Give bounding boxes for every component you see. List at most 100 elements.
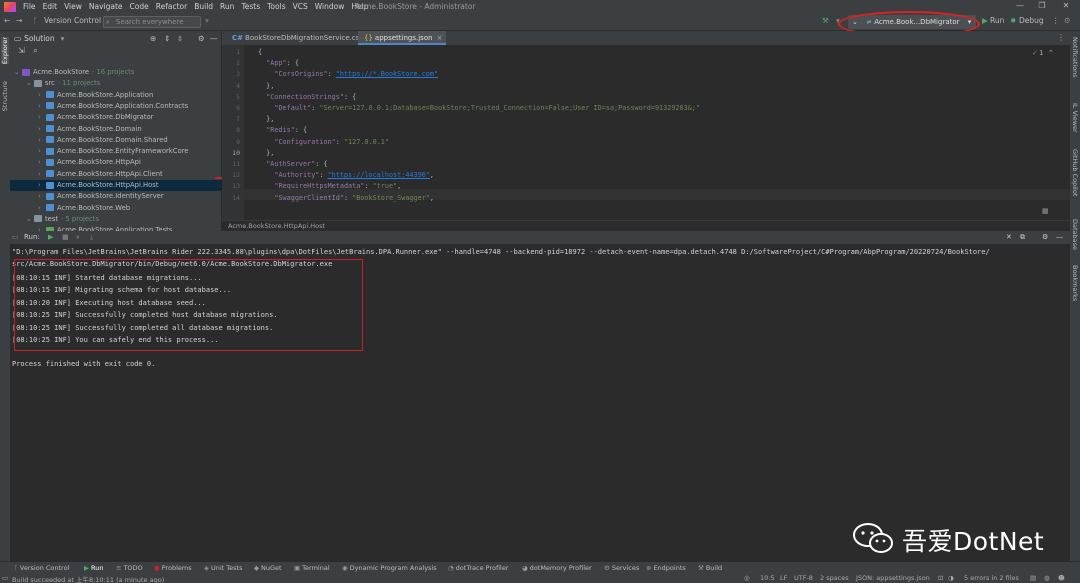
gear-icon[interactable]: ⚙ <box>1042 233 1048 241</box>
tree-item[interactable]: ⌄ Acme.BookStore · 16 projects <box>10 67 222 78</box>
inspection-icon[interactable]: ◍ <box>1044 574 1050 582</box>
expand-all-icon[interactable]: ⇕ <box>164 34 170 43</box>
menu-code[interactable]: Code <box>130 2 149 11</box>
tree-item[interactable]: › Acme.BookStore.DbMigrator <box>10 112 222 123</box>
code-line[interactable]: "App": { <box>258 59 299 67</box>
debug-button[interactable]: Debug <box>1019 16 1044 25</box>
chevron-right-icon[interactable]: › <box>38 146 46 157</box>
menu-vcs[interactable]: VCS <box>293 2 308 11</box>
chevron-right-icon[interactable]: › <box>38 90 46 101</box>
chevron-right-icon[interactable]: › <box>38 191 46 202</box>
chevron-down-icon[interactable]: ⌄ <box>26 214 34 225</box>
code-line[interactable]: "Default": "Server=127.0.0.1;Database=Bo… <box>258 104 700 112</box>
tree-item[interactable]: › Acme.BookStore.IdentityServer <box>10 191 222 202</box>
tool-tab-todo[interactable]: ≡ TODO <box>116 564 143 572</box>
caret-position[interactable]: 10:5 <box>760 574 775 582</box>
stop-icon[interactable]: ■ <box>62 233 69 241</box>
inspection-ok-icon[interactable]: ✓ <box>1032 49 1038 57</box>
chevron-right-icon[interactable]: › <box>38 101 46 112</box>
layout-icon[interactable]: ⧉ <box>1020 233 1025 242</box>
tool-tab-endpoints[interactable]: ⊛ Endpoints <box>646 564 686 572</box>
chevron-down-icon[interactable]: ⌄ <box>26 78 34 89</box>
more-actions-icon[interactable]: ⋮ <box>1052 16 1060 25</box>
search-icon[interactable]: ⌕ <box>33 46 37 55</box>
profiler-icon[interactable]: ◑ <box>948 574 954 582</box>
chevron-down-icon[interactable]: ⌄ <box>14 67 22 78</box>
tool-tab-terminal[interactable]: ▣ Terminal <box>294 564 330 572</box>
menu-run[interactable]: Run <box>220 2 234 11</box>
tree-item[interactable]: › Acme.BookStore.HttpApi.Host <box>10 180 222 192</box>
code-line[interactable]: "SwaggerClientId": "BookStore_Swagger", <box>258 194 434 202</box>
tool-tab-dynamic-program-analysis[interactable]: ◉ Dynamic Program Analysis <box>342 564 437 572</box>
solution-panel-title[interactable]: Solution <box>24 34 55 43</box>
chevron-right-icon[interactable]: › <box>38 203 46 214</box>
tab-bookstore-db-migration-service[interactable]: C#BookStoreDbMigrationService.cs× <box>226 31 369 45</box>
forward-arrow-icon[interactable]: → <box>16 16 22 25</box>
debug-icon[interactable]: ✹ <box>1010 16 1016 25</box>
menu-window[interactable]: Window <box>315 2 345 11</box>
step-icon[interactable]: ⤓ <box>90 233 93 242</box>
code-line[interactable]: "AuthServer": { <box>258 160 327 168</box>
code-line[interactable]: "Authority": "https://localhost:44396", <box>258 171 434 179</box>
gear-icon[interactable]: ⚙ <box>198 34 205 43</box>
tool-tab-run[interactable]: ▶ Run <box>84 564 103 572</box>
code-line[interactable]: { <box>258 48 262 56</box>
code-line[interactable]: "ConnectionStrings": { <box>258 93 356 101</box>
tree-item[interactable]: › Acme.BookStore.HttpApi.Client <box>10 169 222 180</box>
menu-edit[interactable]: Edit <box>43 2 58 11</box>
tree-item[interactable]: › Acme.BookStore.Domain <box>10 124 222 135</box>
tool-tab-nuget[interactable]: ◆ NuGet <box>254 564 282 572</box>
minimize-icon[interactable]: — <box>1008 1 1032 10</box>
run-icon[interactable]: ▶ <box>982 16 988 25</box>
chevron-up-icon[interactable]: ⌃ <box>1048 49 1054 57</box>
menu-tests[interactable]: Tests <box>241 2 260 11</box>
tool-tab-problems[interactable]: ● Problems <box>154 564 192 572</box>
menu-file[interactable]: File <box>23 2 36 11</box>
version-control-button[interactable]: Version Control <box>44 16 101 25</box>
restore-icon[interactable]: ❐ <box>1030 1 1054 10</box>
tab-appsettings-json[interactable]: {} appsettings.json × <box>358 31 446 45</box>
structure-tool-tab[interactable]: Structure <box>1 81 9 111</box>
status-message[interactable]: Build succeeded at 上午8:10:11 (a minute a… <box>12 574 164 583</box>
back-arrow-icon[interactable]: ← <box>4 16 10 25</box>
tree-item[interactable]: › Acme.BookStore.Web <box>10 203 222 214</box>
database-tool-tab[interactable]: Database <box>1071 219 1079 250</box>
collapse-all-icon[interactable]: ⇳ <box>177 34 183 43</box>
close-panel-icon[interactable]: ✕ <box>1006 233 1012 241</box>
tree-item[interactable]: › Acme.BookStore.Application.Contracts <box>10 101 222 112</box>
line-separator[interactable]: LF <box>780 574 787 582</box>
code-line[interactable]: }, <box>258 82 274 90</box>
breadcrumb[interactable]: Acme.BookStore.HttpApi.Host <box>222 220 1070 231</box>
notifications-tool-tab[interactable]: Notifications <box>1071 37 1079 78</box>
locate-file-icon[interactable]: ⊕ <box>150 34 156 43</box>
hide-panel-icon[interactable]: — <box>210 34 218 43</box>
close-tab-icon[interactable]: × <box>437 34 443 42</box>
chevron-right-icon[interactable]: › <box>38 180 46 191</box>
notification-icon[interactable]: ◎ <box>744 574 750 582</box>
tool-tab-version-control[interactable]: ᚴ Version Control <box>14 564 69 572</box>
chevron-right-icon[interactable]: › <box>38 157 46 168</box>
github-copilot-tool-tab[interactable]: GitHub Copilot <box>1071 149 1079 196</box>
memory-icon[interactable]: ▤ <box>1030 574 1036 582</box>
tool-tab-unit-tests[interactable]: ◈ Unit Tests <box>204 564 242 572</box>
close-icon[interactable]: ✕ <box>1054 1 1078 10</box>
tool-tab-build[interactable]: ⚒ Build <box>698 564 722 572</box>
menu-build[interactable]: Build <box>194 2 213 11</box>
explorer-tool-tab[interactable]: Explorer <box>1 37 9 65</box>
chevron-right-icon[interactable]: › <box>38 112 46 123</box>
code-line[interactable]: "RequireHttpsMetadata": "true", <box>258 182 401 190</box>
chevron-right-icon[interactable]: › <box>38 124 46 135</box>
tree-item[interactable]: › Acme.BookStore.HttpApi <box>10 157 222 168</box>
ai-assistant-icon[interactable]: ▦ <box>1042 207 1049 215</box>
tree-item[interactable]: › Acme.BookStore.EntityFrameworkCore <box>10 146 222 157</box>
menu-view[interactable]: View <box>64 2 82 11</box>
menu-navigate[interactable]: Navigate <box>89 2 123 11</box>
menu-tools[interactable]: Tools <box>267 2 285 11</box>
collapse-icon[interactable]: ⇲ <box>18 46 25 55</box>
hide-panel-icon[interactable]: — <box>1056 233 1063 241</box>
rerun-icon[interactable]: ▶ <box>48 233 53 241</box>
bookmarks-tool-tab[interactable]: Bookmarks <box>1071 265 1079 301</box>
code-line[interactable]: "CorsOrigins": "https://*.BookStore.com" <box>258 70 438 78</box>
indent-setting[interactable]: 2 spaces <box>820 574 849 582</box>
code-line[interactable]: }, <box>258 115 274 123</box>
